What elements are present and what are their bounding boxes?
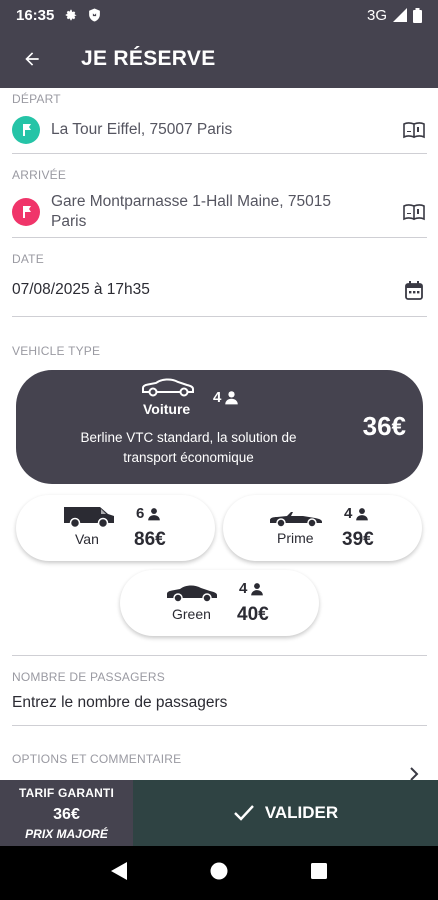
van-icon xyxy=(64,507,114,528)
vehicle-price: 86€ xyxy=(134,529,166,550)
vehicle-description: Berline VTC standard, la solution de tra… xyxy=(80,430,297,465)
back-button[interactable] xyxy=(0,30,64,88)
booking-form[interactable]: DÉPART La Tour Eiffel, 75007 Paris ARRIV… xyxy=(0,88,438,780)
divider xyxy=(12,153,427,154)
chevron-right-icon[interactable] xyxy=(401,761,427,780)
battery-icon xyxy=(413,7,422,23)
vehicle-name: Green xyxy=(172,606,211,622)
shield-icon xyxy=(88,8,101,22)
page-title: JE RÉSERVE xyxy=(81,47,216,70)
sedan-icon xyxy=(142,378,194,397)
tarif-price: 36€ xyxy=(53,805,80,823)
options-field[interactable] xyxy=(12,764,427,780)
arrivee-pin-icon xyxy=(12,198,40,226)
depart-label: DÉPART xyxy=(12,92,61,106)
check-icon xyxy=(233,805,254,821)
seat-count-value: 6 xyxy=(136,505,145,522)
date-value: 07/08/2025 à 17h35 xyxy=(12,281,150,298)
arrivee-label: ARRIVÉE xyxy=(12,168,67,182)
seat-count: 4 xyxy=(344,505,369,522)
convertible-icon xyxy=(270,512,322,528)
passengers-input[interactable]: Entrez le nombre de passagers xyxy=(12,691,427,715)
vehicle-option-green[interactable]: Green 4 40€ xyxy=(120,570,319,636)
signal-icon xyxy=(393,8,407,22)
square-recents-icon xyxy=(310,862,327,879)
validate-label: VALIDER xyxy=(264,803,339,822)
depart-pin-icon xyxy=(12,116,40,144)
arrivee-field[interactable]: Gare Montparnasse 1-Hall Maine, 75015 Par… xyxy=(12,190,427,234)
validate-button[interactable]: VALIDER xyxy=(133,780,438,846)
date-label: DATE xyxy=(12,252,44,266)
app-bar: JE RÉSERVE xyxy=(0,30,438,88)
vehicle-option-van[interactable]: Van 6 86€ xyxy=(16,495,215,561)
gear-icon xyxy=(64,8,78,22)
seat-count: 4 xyxy=(239,580,264,597)
nav-home-button[interactable] xyxy=(210,862,228,885)
vehicle-price: 40€ xyxy=(237,604,269,625)
system-navigation-bar xyxy=(0,846,438,900)
vehicle-price: 36€ xyxy=(362,411,406,441)
divider xyxy=(12,725,427,726)
address-book-icon[interactable] xyxy=(401,199,427,225)
arrivee-value: Gare Montparnasse 1-Hall Maine, 75015 Par… xyxy=(51,192,401,232)
passengers-placeholder: Entrez le nombre de passagers xyxy=(12,694,228,711)
status-time: 16:35 xyxy=(16,6,55,24)
arrow-left-icon xyxy=(25,52,39,66)
arrivee-value-line1: Gare Montparnasse 1-Hall Maine, 75015 xyxy=(51,193,332,210)
tarif-label: TARIF GARANTI xyxy=(18,785,115,800)
divider xyxy=(12,655,427,656)
person-icon xyxy=(225,391,239,405)
vehicle-option-prime[interactable]: Prime 4 39€ xyxy=(223,495,422,561)
circle-home-icon xyxy=(210,862,228,879)
vehicle-name: Van xyxy=(75,531,99,547)
vehicle-price: 39€ xyxy=(342,529,374,550)
tarif-note: PRIX MAJORÉ xyxy=(25,826,108,841)
calendar-icon[interactable] xyxy=(401,277,427,303)
person-icon xyxy=(148,507,161,520)
vehicle-name: Prime xyxy=(277,530,314,546)
vehicle-type-label: VEHICLE TYPE xyxy=(12,344,101,358)
triangle-back-icon xyxy=(111,861,128,880)
seat-count-value: 4 xyxy=(239,580,248,597)
person-icon xyxy=(356,507,369,520)
status-bar: 16:35 3G xyxy=(0,0,438,30)
depart-field[interactable]: La Tour Eiffel, 75007 Paris xyxy=(12,115,427,145)
nav-recents-button[interactable] xyxy=(310,862,327,884)
nav-back-button[interactable] xyxy=(111,861,128,885)
arrivee-value-line2: Paris xyxy=(51,213,87,230)
vehicle-option-voiture[interactable]: Voiture 4 Berline VTC standard, la solut… xyxy=(16,370,423,484)
vehicle-name: Voiture xyxy=(143,401,191,417)
passengers-label: NOMBRE DE PASSAGERS xyxy=(12,670,165,684)
divider xyxy=(12,237,427,238)
sedan-icon xyxy=(167,585,217,603)
seat-count: 4 xyxy=(213,389,239,406)
seat-count-value: 4 xyxy=(213,389,222,406)
network-type: 3G xyxy=(366,6,387,24)
seat-count-value: 4 xyxy=(344,505,353,522)
tarif-summary: TARIF GARANTI 36€ PRIX MAJORÉ xyxy=(0,780,133,846)
bottom-action-bar: TARIF GARANTI 36€ PRIX MAJORÉ VALIDER xyxy=(0,780,438,846)
address-book-icon[interactable] xyxy=(401,117,427,143)
person-icon xyxy=(251,582,264,595)
date-field[interactable]: 07/08/2025 à 17h35 xyxy=(12,277,427,303)
seat-count: 6 xyxy=(136,505,161,522)
depart-value: La Tour Eiffel, 75007 Paris xyxy=(51,121,233,138)
divider xyxy=(12,316,427,317)
